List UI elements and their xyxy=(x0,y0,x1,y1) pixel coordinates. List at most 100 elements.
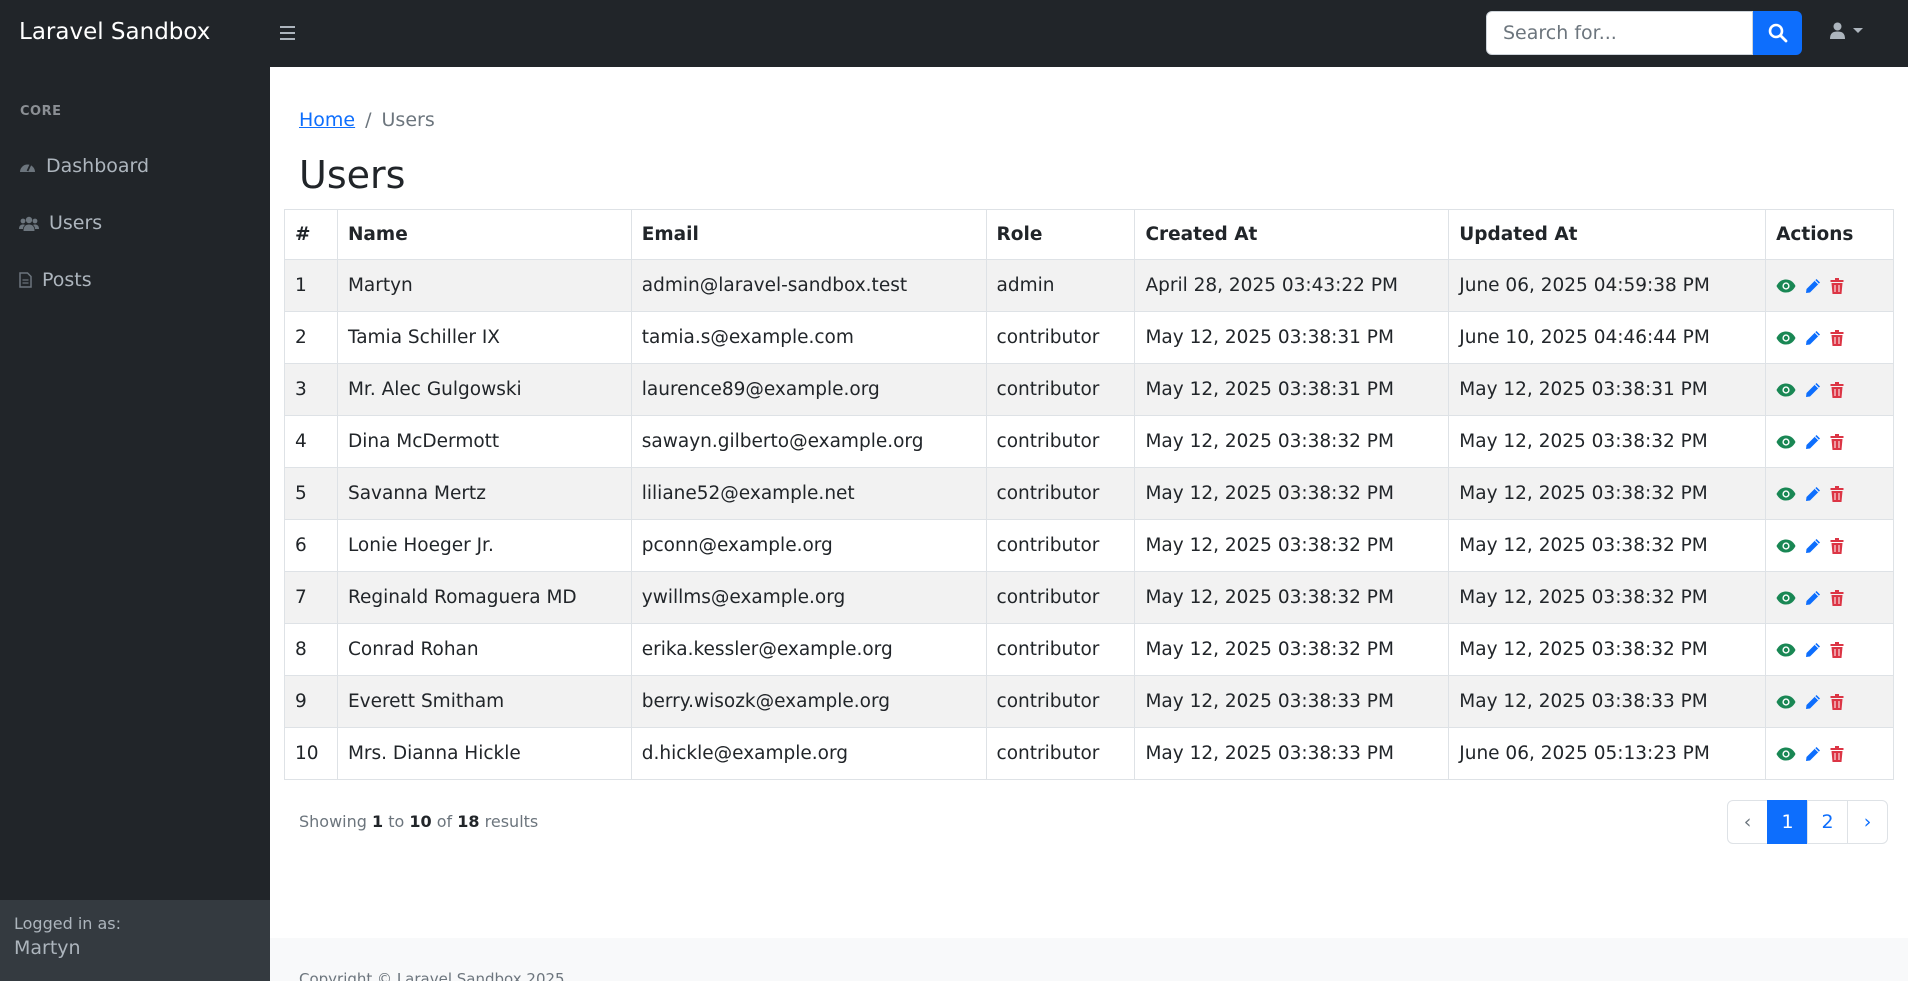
eye-icon xyxy=(1776,591,1796,604)
search-button[interactable] xyxy=(1753,11,1802,55)
delete-button[interactable] xyxy=(1830,589,1844,606)
eye-icon xyxy=(1776,383,1796,396)
delete-button[interactable] xyxy=(1830,277,1844,294)
hamburger-icon-line xyxy=(280,32,295,34)
pencil-icon xyxy=(1806,278,1821,293)
edit-button[interactable] xyxy=(1805,486,1821,502)
sidebar-item-dashboard[interactable]: Dashboard xyxy=(19,155,149,177)
sidebar-footer: Logged in as: Martyn xyxy=(0,900,270,981)
logged-in-label: Logged in as: xyxy=(14,914,122,933)
pagination-page-2[interactable]: 2 xyxy=(1807,800,1848,844)
table-row: 10 Mrs. Dianna Hickle d.hickle@example.org… xyxy=(284,727,1894,780)
cell-actions xyxy=(1765,259,1894,312)
cell-number: 9 xyxy=(284,675,338,728)
table-row: 5 Savanna Mertz liliane52@example.net contr… xyxy=(284,467,1894,520)
delete-button[interactable] xyxy=(1830,537,1844,554)
search-input[interactable] xyxy=(1486,11,1753,55)
cell-name: Conrad Rohan xyxy=(336,623,632,676)
view-button[interactable] xyxy=(1776,383,1796,397)
delete-button[interactable] xyxy=(1830,693,1844,710)
breadcrumb-home-link[interactable]: Home xyxy=(299,109,355,131)
cell-name: Mr. Alec Gulgowski xyxy=(336,363,632,416)
edit-button[interactable] xyxy=(1805,434,1821,450)
cell-updated-at: May 12, 2025 03:38:32 PM xyxy=(1448,467,1767,520)
delete-button[interactable] xyxy=(1830,641,1844,658)
delete-button[interactable] xyxy=(1830,329,1844,346)
cell-created-at: April 28, 2025 03:43:22 PM xyxy=(1134,259,1450,312)
edit-button[interactable] xyxy=(1805,746,1821,762)
cell-name: Reginald Romaguera MD xyxy=(336,571,632,624)
showing-to-word: to xyxy=(388,812,405,831)
edit-button[interactable] xyxy=(1805,330,1821,346)
pencil-icon xyxy=(1806,434,1821,449)
page-title: Users xyxy=(299,153,406,197)
trash-icon xyxy=(1830,641,1844,658)
user-icon xyxy=(1830,22,1845,39)
cell-email: ywillms@example.org xyxy=(630,571,987,624)
pagination-summary: Showing 1 to 10 of 18 results xyxy=(299,812,538,831)
pagination-prev[interactable]: ‹ xyxy=(1727,800,1768,844)
pencil-icon xyxy=(1806,746,1821,761)
table-row: 4 Dina McDermott sawayn.gilberto@example.o… xyxy=(284,415,1894,468)
pencil-icon xyxy=(1806,330,1821,345)
brand-logo[interactable]: Laravel Sandbox xyxy=(19,19,210,45)
cell-role: contributor xyxy=(985,363,1136,416)
view-button[interactable] xyxy=(1776,331,1796,345)
column-header-role: Role xyxy=(985,209,1136,260)
view-button[interactable] xyxy=(1776,435,1796,449)
edit-button[interactable] xyxy=(1805,642,1821,658)
cell-created-at: May 12, 2025 03:38:31 PM xyxy=(1134,363,1450,416)
sidebar-toggle-button[interactable] xyxy=(276,22,298,44)
user-dropdown-toggle[interactable] xyxy=(1830,22,1863,39)
eye-icon xyxy=(1776,695,1796,708)
delete-button[interactable] xyxy=(1830,485,1844,502)
eye-icon xyxy=(1776,747,1796,760)
delete-button[interactable] xyxy=(1830,745,1844,762)
showing-results-word: results xyxy=(484,812,539,831)
view-button[interactable] xyxy=(1776,591,1796,605)
delete-button[interactable] xyxy=(1830,381,1844,398)
table-row: 2 Tamia Schiller IX tamia.s@example.com con… xyxy=(284,311,1894,364)
eye-icon xyxy=(1776,643,1796,656)
cell-updated-at: May 12, 2025 03:38:32 PM xyxy=(1448,623,1767,676)
logged-in-user: Martyn xyxy=(14,937,81,959)
cell-updated-at: May 12, 2025 03:38:33 PM xyxy=(1448,675,1767,728)
cell-role: contributor xyxy=(985,519,1136,572)
cell-role: admin xyxy=(985,259,1136,312)
edit-button[interactable] xyxy=(1805,382,1821,398)
cell-updated-at: May 12, 2025 03:38:32 PM xyxy=(1448,415,1767,468)
edit-button[interactable] xyxy=(1805,590,1821,606)
cell-number: 4 xyxy=(284,415,338,468)
cell-created-at: May 12, 2025 03:38:32 PM xyxy=(1134,415,1450,468)
delete-button[interactable] xyxy=(1830,433,1844,450)
view-button[interactable] xyxy=(1776,279,1796,293)
pagination-next[interactable]: › xyxy=(1847,800,1888,844)
view-button[interactable] xyxy=(1776,747,1796,761)
sidebar-item-posts[interactable]: Posts xyxy=(19,269,92,291)
sidebar-item-users[interactable]: Users xyxy=(19,212,102,234)
cell-number: 7 xyxy=(284,571,338,624)
edit-button[interactable] xyxy=(1805,694,1821,710)
cell-name: Savanna Mertz xyxy=(336,467,632,520)
hamburger-icon xyxy=(280,26,295,28)
edit-button[interactable] xyxy=(1805,278,1821,294)
column-header-created-at: Created At xyxy=(1134,209,1450,260)
pencil-icon xyxy=(1806,538,1821,553)
table-row: 7 Reginald Romaguera MD ywillms@example.or… xyxy=(284,571,1894,624)
pagination-page-1[interactable]: 1 xyxy=(1767,800,1808,844)
view-button[interactable] xyxy=(1776,487,1796,501)
trash-icon xyxy=(1830,433,1844,450)
cell-number: 8 xyxy=(284,623,338,676)
cell-actions xyxy=(1765,623,1894,676)
view-button[interactable] xyxy=(1776,643,1796,657)
cell-email: laurence89@example.org xyxy=(630,363,987,416)
edit-button[interactable] xyxy=(1805,538,1821,554)
cell-created-at: May 12, 2025 03:38:32 PM xyxy=(1134,467,1450,520)
cell-name: Everett Smitham xyxy=(336,675,632,728)
showing-to: 10 xyxy=(409,812,432,831)
trash-icon xyxy=(1830,537,1844,554)
trash-icon xyxy=(1830,745,1844,762)
view-button[interactable] xyxy=(1776,539,1796,553)
view-button[interactable] xyxy=(1776,695,1796,709)
cell-created-at: May 12, 2025 03:38:31 PM xyxy=(1134,311,1450,364)
